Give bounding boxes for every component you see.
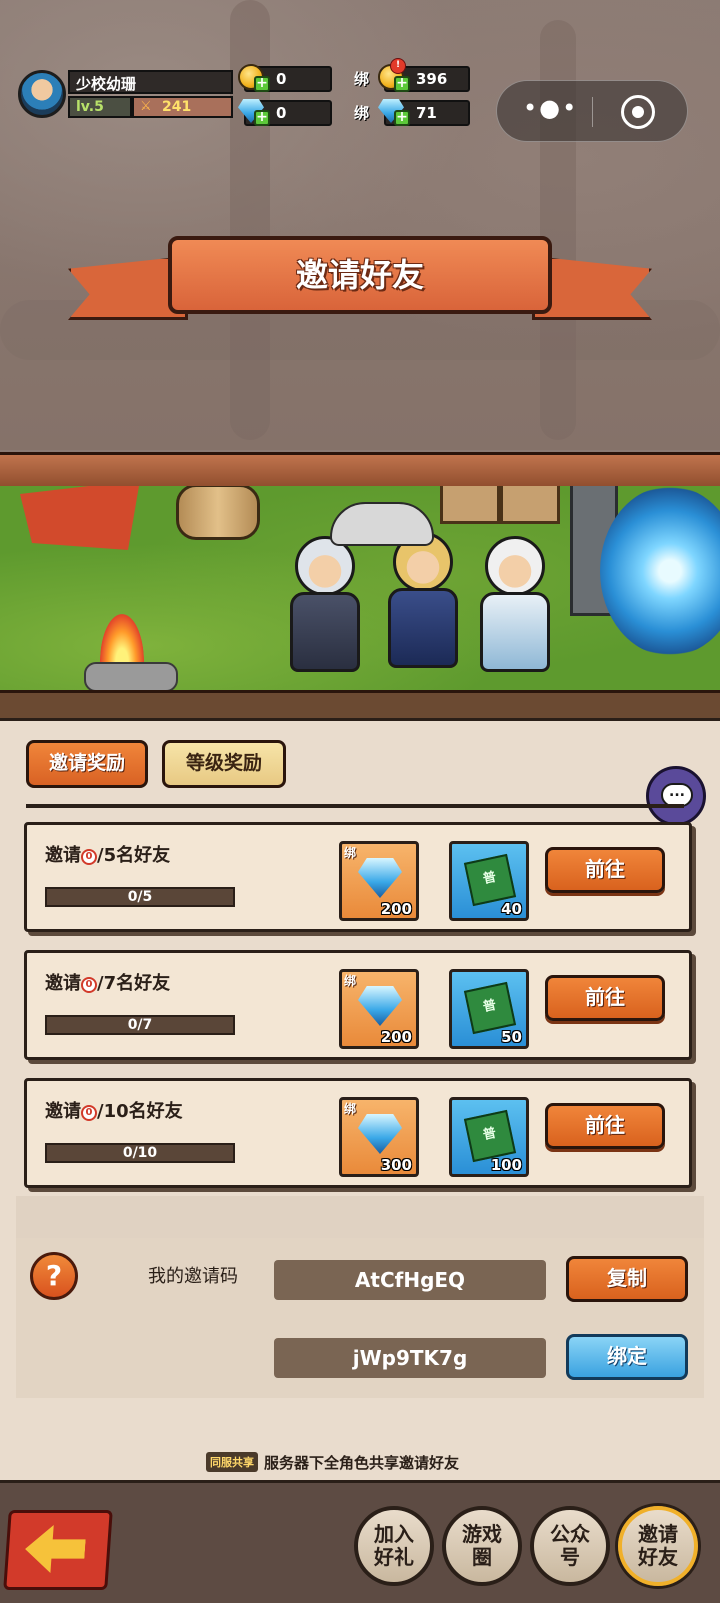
current-count: 0 (81, 849, 97, 865)
task-progress-bar: 0/10 (45, 1143, 235, 1163)
tab-invite-rewards[interactable]: 邀请奖励 (26, 740, 148, 788)
crate-illustration (500, 486, 560, 524)
reward-summon-ticket[interactable]: 普 100 (449, 1097, 529, 1177)
add-gem-icon[interactable]: + (254, 110, 270, 126)
invite-code-label: 我的邀请码 (148, 1266, 238, 1287)
reward-bound-diamond[interactable]: 绑 300 (339, 1097, 419, 1177)
more-dots-icon[interactable]: •●• (523, 96, 576, 123)
target-close-icon[interactable] (621, 95, 655, 129)
capsule-divider (592, 97, 593, 127)
hero-knight-illustration (378, 532, 468, 680)
title-ribbon: 邀请好友 (68, 228, 652, 328)
nav-official-account[interactable]: 公众号 (530, 1506, 610, 1586)
player-power: 241 (162, 99, 192, 115)
ribbon-banner: 邀请好友 (168, 236, 552, 314)
diamond-icon (358, 1114, 402, 1154)
reward-bound-diamond[interactable]: 绑 200 (339, 969, 419, 1049)
tab-underline (26, 804, 684, 808)
go-button[interactable]: 前往 (545, 1103, 665, 1149)
task-title: 邀请 0/7名好友 (45, 973, 171, 994)
crossed-swords-icon: ⚔ (140, 99, 152, 114)
bind-button[interactable]: 绑定 (566, 1334, 688, 1380)
player-power-bar: ⚔ 241 (132, 96, 233, 118)
player-info[interactable]: 少校幼珊 lv.5 ⚔ 241 (18, 68, 233, 122)
diamond-icon (358, 986, 402, 1026)
miniprogram-capsule: •●• (496, 80, 688, 142)
camp-scene-illustration (0, 486, 720, 714)
shared-server-badge: 同服共享 (206, 1452, 258, 1472)
help-question-icon[interactable]: ? (30, 1252, 78, 1300)
chat-button[interactable]: ... (646, 766, 706, 826)
reward-bound-diamond[interactable]: 绑 200 (339, 841, 419, 921)
crate-illustration (440, 486, 500, 524)
task-progress-bar: 0/5 (45, 887, 235, 907)
tab-level-rewards[interactable]: 等级奖励 (162, 740, 286, 788)
go-button[interactable]: 前往 (545, 975, 665, 1021)
ticket-icon: 普 (463, 981, 517, 1035)
section-separator (16, 1196, 704, 1238)
gem-value: 0 (276, 104, 287, 122)
scene-ground-edge (0, 690, 720, 721)
bound-gold-value: 396 (416, 70, 448, 88)
gold-counter[interactable]: + 0 (238, 64, 332, 92)
eagle-illustration (330, 502, 434, 546)
hero-rogue-illustration (280, 536, 370, 684)
notification-badge: ! (390, 58, 406, 74)
avatar[interactable] (18, 70, 66, 118)
bound-gem-value: 71 (416, 104, 437, 122)
invite-task-card: 邀请 0/7名好友 0/7 绑 200 普 50 前往 (24, 950, 692, 1060)
player-name-bar: 少校幼珊 (68, 70, 233, 94)
task-progress-bar: 0/7 (45, 1015, 235, 1035)
page-title: 邀请好友 (295, 256, 424, 294)
bound-gold-label: 绑 (354, 70, 370, 88)
current-count: 0 (81, 977, 97, 993)
ticket-icon: 普 (463, 1109, 517, 1163)
hero-mage-illustration (470, 536, 560, 684)
reward-summon-ticket[interactable]: 普 50 (449, 969, 529, 1049)
gem-counter[interactable]: + 0 (238, 99, 332, 126)
add-bound-gem-icon[interactable]: + (394, 110, 410, 126)
back-arrow-icon (23, 1525, 86, 1573)
player-name: 少校幼珊 (76, 75, 137, 93)
ticket-icon: 普 (463, 853, 517, 907)
nav-invite-friends[interactable]: 邀请好友 (618, 1506, 698, 1586)
invite-task-card: 邀请 0/5名好友 0/5 绑 200 普 40 前往 (24, 822, 692, 932)
bound-gem-label: 绑 (354, 104, 370, 122)
add-bound-gold-icon[interactable]: + (394, 76, 410, 92)
invite-code-input[interactable]: jWp9TK7g (274, 1338, 546, 1378)
my-invite-code: AtCfHgEQ (274, 1260, 546, 1300)
add-gold-icon[interactable]: + (254, 76, 270, 92)
nav-game-circle[interactable]: 游戏圈 (442, 1506, 522, 1586)
tent-illustration (20, 486, 140, 550)
share-note: 同服共享 服务器下全角色共享邀请好友 (206, 1452, 459, 1478)
reward-summon-ticket[interactable]: 普 40 (449, 841, 529, 921)
invite-task-card: 邀请 0/10名好友 0/10 绑 300 普 100 前往 (24, 1078, 692, 1188)
copy-button[interactable]: 复制 (566, 1256, 688, 1302)
task-title: 邀请 0/10名好友 (45, 1101, 183, 1122)
go-button[interactable]: 前往 (545, 847, 665, 893)
gold-value: 0 (276, 70, 287, 88)
diamond-icon (358, 858, 402, 898)
portal-illustration (600, 486, 720, 656)
bound-gem-counter[interactable]: + 71 (378, 99, 470, 126)
player-level: lv.5 (68, 96, 132, 118)
nav-join-gift[interactable]: 加入好礼 (354, 1506, 434, 1586)
fire-stones-illustration (84, 662, 178, 692)
barrel-illustration (176, 486, 260, 540)
current-count: 0 (81, 1105, 97, 1121)
task-title: 邀请 0/5名好友 (45, 845, 171, 866)
share-note-text: 服务器下全角色共享邀请好友 (264, 1454, 460, 1472)
back-button[interactable] (3, 1510, 113, 1590)
